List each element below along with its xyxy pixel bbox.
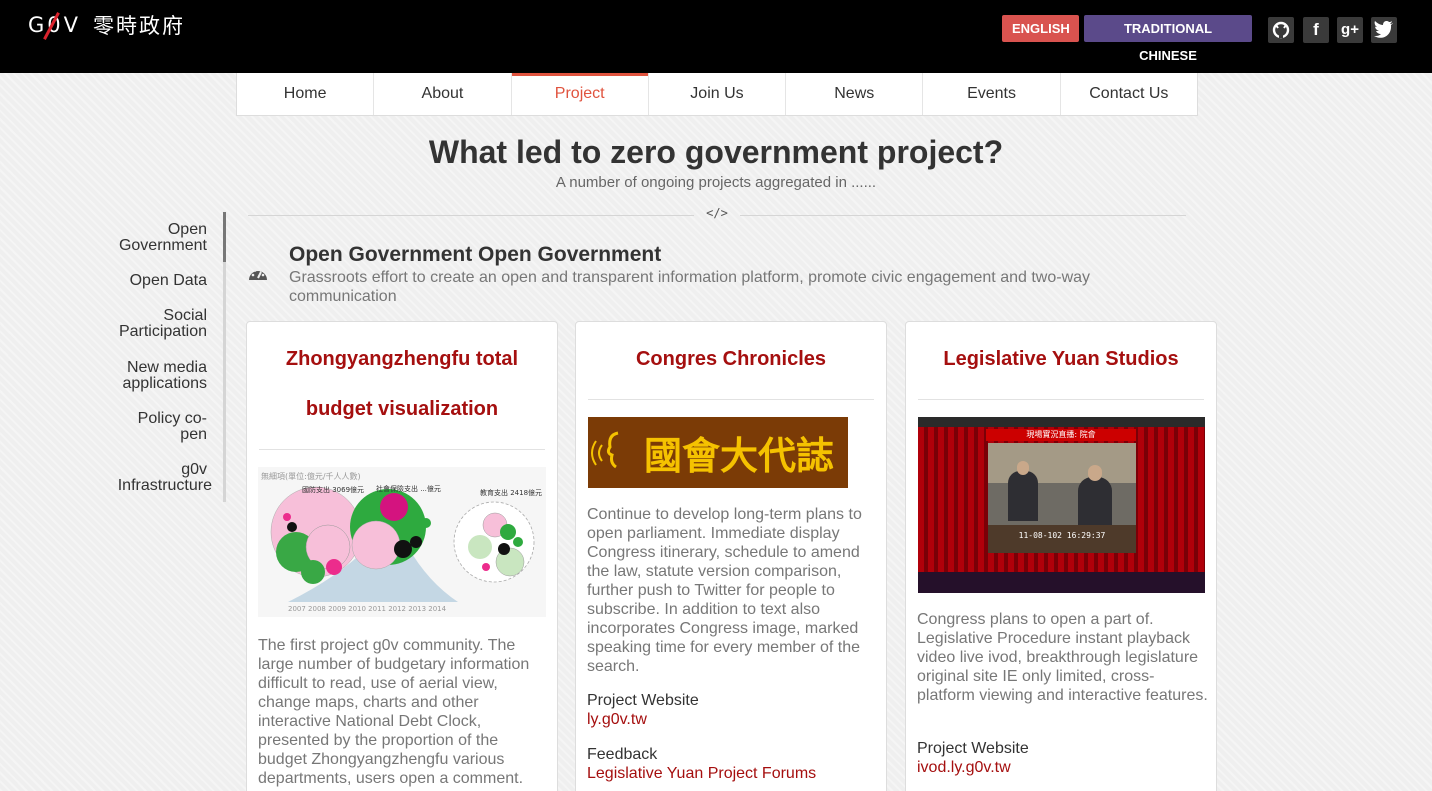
image-label: 國防支出 3069億元	[302, 485, 364, 494]
project-card-budget: Zhongyangzhengfu total budget visualizat…	[246, 321, 558, 791]
nav-join-us[interactable]: Join Us	[649, 73, 787, 115]
website-link[interactable]: ly.g0v.tw	[587, 711, 647, 729]
feedback-label: Feedback	[587, 746, 658, 763]
nav-news[interactable]: News	[786, 73, 924, 115]
github-icon[interactable]	[1268, 17, 1294, 43]
sidebar-item-policy-copen[interactable]: Policy co- pen	[87, 411, 207, 443]
video-top-strip	[918, 417, 1205, 427]
image-caption: 無細項(單位:億元/千人人數)	[261, 471, 361, 481]
congress-chronicles-banner[interactable]: 國會大代誌	[588, 417, 848, 488]
nav-contact-us[interactable]: Contact Us	[1061, 73, 1197, 115]
dashboard-icon	[247, 264, 269, 287]
image-year-axis: 2007 2008 2009 2010 2011 2012 2013 2014	[288, 605, 447, 613]
sidebar-item-open-government[interactable]: Open Government	[87, 222, 207, 254]
sidebar-item-label: Policy co-	[137, 410, 207, 427]
project-card-legislative-studios: Legislative Yuan Studios 現場實況直播: 院會 11-0…	[905, 321, 1217, 791]
website-link[interactable]: ivod.ly.g0v.tw	[917, 759, 1011, 777]
sidebar-active-indicator	[223, 212, 226, 262]
image-label: 社會保險支出 ...億元	[376, 484, 441, 493]
banner-text: 國會大代誌	[644, 434, 835, 478]
video-frame: 11-08-102 16:29:37	[988, 443, 1136, 553]
main-nav: Home About Project Join Us News Events C…	[236, 73, 1198, 116]
section-sidebar: Open Government Open Data Social Partici…	[100, 212, 226, 502]
card-description: Continue to develop long-term plans to o…	[587, 506, 862, 675]
sidebar-item-label: pen	[180, 426, 207, 443]
code-icon: </>	[706, 206, 728, 220]
card-divider	[259, 449, 545, 450]
sidebar-item-new-media[interactable]: New media applications	[87, 359, 208, 392]
card-divider	[588, 399, 874, 400]
nav-home[interactable]: Home	[237, 73, 375, 115]
video-info-bar	[918, 572, 1205, 593]
live-banner: 現場實況直播: 院會	[986, 429, 1136, 441]
sidebar-item-g0v-infrastructure[interactable]: g0v Infrastructure	[92, 462, 212, 494]
sidebar-item-label: New media	[126, 359, 207, 376]
sidebar-item-label: Government	[118, 237, 207, 254]
video-timestamp: 11-08-102 16:29:37	[1018, 531, 1106, 540]
section-title: Open Government Open Government	[289, 243, 662, 266]
sidebar-item-label: Open	[167, 221, 207, 238]
sidebar-item-label: Participation	[118, 323, 207, 340]
logo-chinese-name: 零時政府	[93, 14, 185, 38]
nav-project[interactable]: Project	[511, 73, 649, 115]
card-description: The first project g0v community. The lar…	[258, 637, 530, 787]
top-bar: G0V 零時政府 ENGLISH TRADITIONAL CHINESE f g…	[0, 0, 1432, 73]
card-title-line2[interactable]: budget visualization	[259, 398, 545, 421]
sidebar-item-label: applications	[122, 375, 208, 392]
google-plus-icon[interactable]: g+	[1337, 17, 1363, 43]
website-label: Project Website	[587, 692, 699, 709]
project-card-congress-chronicles: Congres Chronicles 國會大代誌 Continue to dev…	[575, 321, 887, 791]
page-title: What led to zero government project?	[428, 134, 1004, 170]
divider-right	[740, 215, 1186, 216]
card-description: Congress plans to open a part of. Legisl…	[917, 611, 1208, 704]
sidebar-item-social-participation[interactable]: Social Participation	[87, 308, 207, 340]
nav-about[interactable]: About	[374, 73, 512, 115]
website-label: Project Website	[917, 740, 1029, 757]
sidebar-item-label: Infrastructure	[117, 477, 212, 494]
card-title[interactable]: Legislative Yuan Studios	[918, 348, 1204, 371]
card-title[interactable]: Zhongyangzhengfu total	[259, 348, 545, 371]
section-description: Grassroots effort to create an open and …	[289, 269, 1091, 305]
site-logo[interactable]: G0V 零時政府	[28, 10, 185, 40]
divider-left	[248, 215, 694, 216]
sidebar-item-label: g0v	[181, 461, 207, 478]
card-divider	[918, 399, 1204, 400]
facebook-icon[interactable]: f	[1303, 17, 1329, 43]
ivod-video-screenshot[interactable]: 現場實況直播: 院會 11-08-102 16:29:37	[918, 417, 1205, 593]
feedback-link[interactable]: Legislative Yuan Project Forums	[587, 765, 816, 783]
budget-visualization-image[interactable]: 無細項(單位:億元/千人人數) 國防支出 3069億元 社會保險支出 ...億元…	[258, 467, 546, 617]
logo-mark: G0V	[28, 12, 81, 40]
speaking-face-icon	[591, 431, 619, 468]
sidebar-item-label: Open Data	[129, 272, 207, 289]
image-label: 教育支出 2418億元	[480, 488, 542, 497]
sidebar-item-label: Social	[163, 307, 207, 324]
card-title[interactable]: Congres Chronicles	[588, 348, 874, 371]
twitter-icon[interactable]	[1371, 17, 1397, 43]
sidebar-item-open-data[interactable]: Open Data	[87, 273, 207, 289]
traditional-chinese-language-button[interactable]: TRADITIONAL CHINESE	[1084, 15, 1252, 63]
nav-events[interactable]: Events	[923, 73, 1061, 115]
english-language-button[interactable]: ENGLISH	[1002, 15, 1079, 42]
page-subtitle: A number of ongoing projects aggregated …	[555, 174, 877, 191]
